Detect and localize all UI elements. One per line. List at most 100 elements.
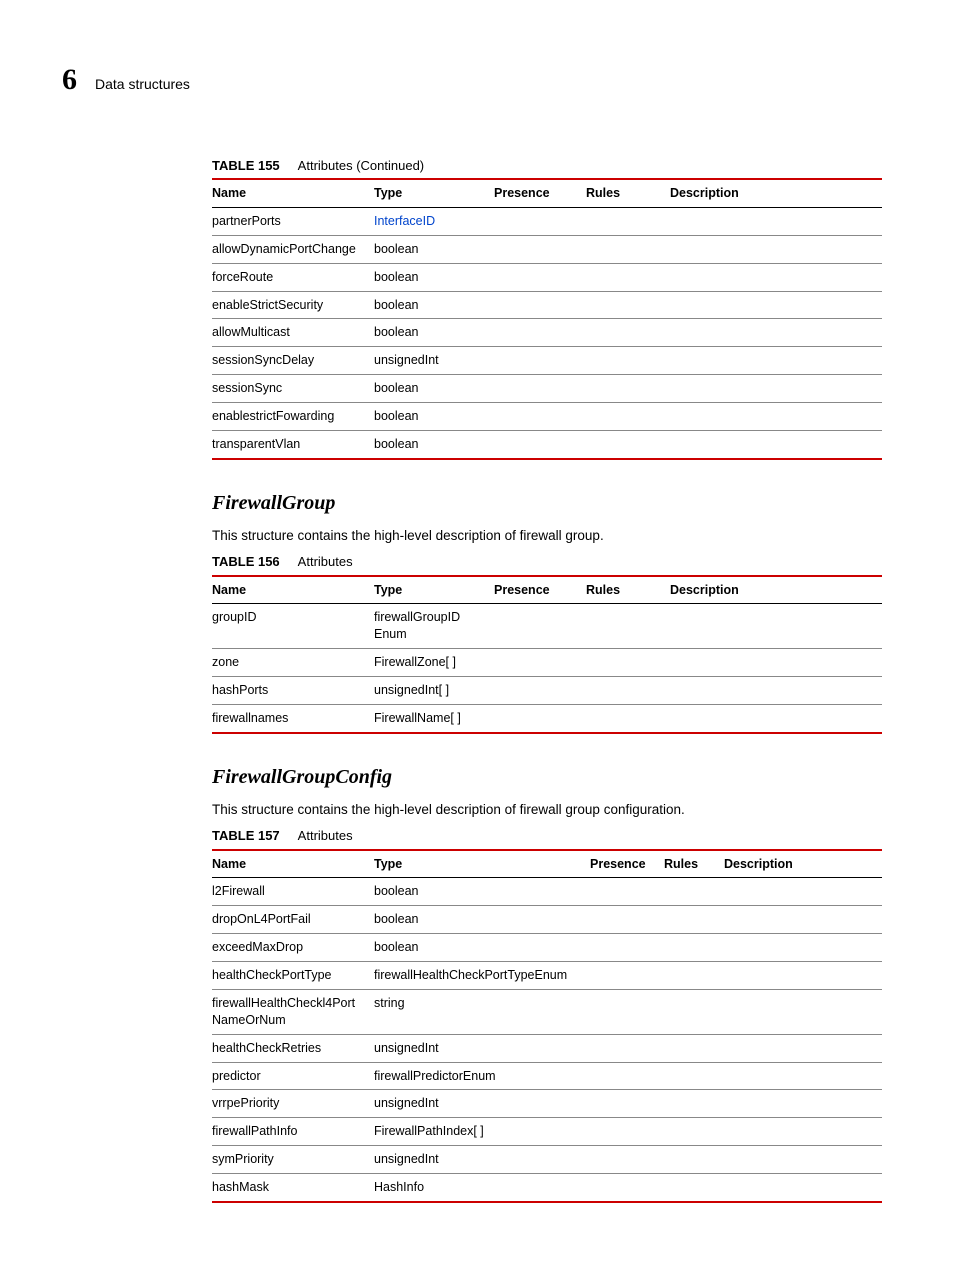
cell-type: unsignedInt xyxy=(374,347,494,375)
cell-description xyxy=(724,1174,882,1202)
cell-presence xyxy=(494,207,586,235)
cell-rules xyxy=(664,1118,724,1146)
table-row: hashPortsunsignedInt[ ] xyxy=(212,677,882,705)
cell-type: boolean xyxy=(374,934,590,962)
table-157-caption: TABLE 157 Attributes xyxy=(212,827,882,845)
col-name: Name xyxy=(212,576,374,604)
cell-name: sessionSync xyxy=(212,375,374,403)
cell-description xyxy=(670,430,882,458)
cell-rules xyxy=(586,649,670,677)
cell-presence xyxy=(590,906,664,934)
table-row: exceedMaxDropboolean xyxy=(212,934,882,962)
col-rules: Rules xyxy=(586,576,670,604)
table-row: groupIDfirewallGroupID Enum xyxy=(212,604,882,649)
cell-type: unsignedInt[ ] xyxy=(374,677,494,705)
cell-presence xyxy=(590,1118,664,1146)
cell-description xyxy=(670,704,882,732)
col-type: Type xyxy=(374,850,590,878)
cell-presence xyxy=(494,375,586,403)
cell-presence xyxy=(494,291,586,319)
cell-name: sessionSyncDelay xyxy=(212,347,374,375)
col-presence: Presence xyxy=(590,850,664,878)
cell-type: boolean xyxy=(374,375,494,403)
col-type: Type xyxy=(374,576,494,604)
cell-name: dropOnL4PortFail xyxy=(212,906,374,934)
table-row: healthCheckPortTypefirewallHealthCheckPo… xyxy=(212,962,882,990)
text-firewallgroupconfig: This structure contains the high-level d… xyxy=(212,801,882,819)
table-header-row: Name Type Presence Rules Description xyxy=(212,576,882,604)
table-row: sessionSyncboolean xyxy=(212,375,882,403)
cell-description xyxy=(670,375,882,403)
cell-presence xyxy=(494,430,586,458)
table-row: transparentVlanboolean xyxy=(212,430,882,458)
cell-type: firewallPredictorEnum xyxy=(374,1062,590,1090)
cell-name: allowMulticast xyxy=(212,319,374,347)
table-157: Name Type Presence Rules Description l2F… xyxy=(212,849,882,1203)
cell-presence xyxy=(494,319,586,347)
chapter-title: Data structures xyxy=(95,75,190,94)
cell-presence xyxy=(590,1090,664,1118)
table-row: partnerPortsInterfaceID xyxy=(212,207,882,235)
cell-presence xyxy=(494,677,586,705)
cell-description xyxy=(724,1090,882,1118)
cell-name: l2Firewall xyxy=(212,878,374,906)
cell-description xyxy=(724,1034,882,1062)
cell-description xyxy=(670,604,882,649)
cell-rules xyxy=(586,403,670,431)
cell-presence xyxy=(590,878,664,906)
cell-name: forceRoute xyxy=(212,263,374,291)
cell-description xyxy=(724,906,882,934)
cell-rules xyxy=(664,934,724,962)
cell-type[interactable]: InterfaceID xyxy=(374,207,494,235)
table-row: symPriorityunsignedInt xyxy=(212,1146,882,1174)
cell-presence xyxy=(590,962,664,990)
cell-rules xyxy=(664,878,724,906)
cell-type: string xyxy=(374,989,590,1034)
cell-rules xyxy=(586,263,670,291)
table-157-label: TABLE 157 xyxy=(212,828,280,843)
cell-name: healthCheckRetries xyxy=(212,1034,374,1062)
col-description: Description xyxy=(670,576,882,604)
table-156-label: TABLE 156 xyxy=(212,554,280,569)
cell-description xyxy=(670,319,882,347)
table-155-label: TABLE 155 xyxy=(212,158,280,173)
cell-type: FirewallZone[ ] xyxy=(374,649,494,677)
cell-name: groupID xyxy=(212,604,374,649)
cell-type: boolean xyxy=(374,403,494,431)
table-row: firewallPathInfoFirewallPathIndex[ ] xyxy=(212,1118,882,1146)
cell-type: boolean xyxy=(374,878,590,906)
cell-rules xyxy=(664,906,724,934)
cell-name: zone xyxy=(212,649,374,677)
cell-rules xyxy=(664,1174,724,1202)
col-type: Type xyxy=(374,179,494,207)
cell-presence xyxy=(590,1034,664,1062)
cell-rules xyxy=(586,235,670,263)
table-row: sessionSyncDelayunsignedInt xyxy=(212,347,882,375)
table-row: enablestrictFowardingboolean xyxy=(212,403,882,431)
cell-description xyxy=(724,989,882,1034)
col-description: Description xyxy=(724,850,882,878)
table-row: allowDynamicPortChangeboolean xyxy=(212,235,882,263)
cell-rules xyxy=(664,962,724,990)
cell-description xyxy=(670,403,882,431)
cell-name: firewallHealthCheckl4Port NameOrNum xyxy=(212,989,374,1034)
cell-rules xyxy=(664,1034,724,1062)
cell-description xyxy=(670,235,882,263)
cell-rules xyxy=(664,1062,724,1090)
table-header-row: Name Type Presence Rules Description xyxy=(212,179,882,207)
cell-type: boolean xyxy=(374,319,494,347)
cell-name: partnerPorts xyxy=(212,207,374,235)
table-156: Name Type Presence Rules Description gro… xyxy=(212,575,882,734)
cell-type: FirewallName[ ] xyxy=(374,704,494,732)
col-rules: Rules xyxy=(586,179,670,207)
cell-name: transparentVlan xyxy=(212,430,374,458)
cell-presence xyxy=(494,704,586,732)
cell-type: boolean xyxy=(374,430,494,458)
cell-type: firewallGroupID Enum xyxy=(374,604,494,649)
table-row: firewallnamesFirewallName[ ] xyxy=(212,704,882,732)
cell-name: firewallnames xyxy=(212,704,374,732)
cell-description xyxy=(724,1062,882,1090)
col-rules: Rules xyxy=(664,850,724,878)
table-157-subcaption: Attributes xyxy=(298,828,353,843)
cell-description xyxy=(670,677,882,705)
